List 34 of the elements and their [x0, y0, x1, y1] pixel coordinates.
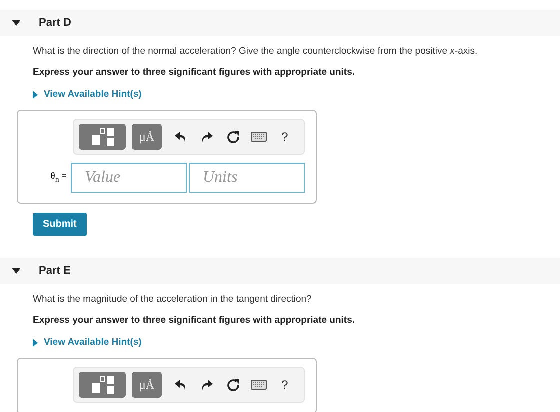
templates-icon [90, 376, 114, 394]
instruction-text: Express your answer to three significant figures with appropriate units. [33, 315, 356, 326]
hint-link[interactable]: View Available Hint(s) [33, 89, 142, 100]
part-header[interactable]: Part D [0, 10, 560, 36]
reset-icon [226, 378, 240, 392]
undo-icon [175, 132, 187, 142]
templates-button[interactable] [79, 372, 126, 398]
templates-button[interactable] [79, 124, 126, 150]
caret-right-icon [33, 90, 38, 98]
templates-icon [90, 128, 114, 146]
redo-icon [201, 132, 213, 142]
submit-button[interactable]: Submit [33, 213, 87, 236]
caret-right-icon [33, 338, 38, 346]
reset-icon [226, 130, 240, 144]
question-text: What is the direction of the normal acceleration? Give the angle counterclockwise from the positive x-axis. [33, 46, 478, 57]
part-title: Part D [39, 17, 72, 29]
keyboard-icon [251, 132, 267, 142]
units-field[interactable]: Units [189, 163, 305, 193]
undo-icon [175, 380, 187, 390]
value-field[interactable]: Value [71, 163, 187, 193]
units-button[interactable]: μÅ [132, 124, 162, 150]
redo-icon [201, 380, 213, 390]
question-text: What is the magnitude of the acceleration in the tangent direction? [33, 294, 312, 305]
instruction-text: Express your answer to three significant figures with appropriate units. [33, 67, 356, 78]
answer-label: θ$_{n}$ = [50, 172, 68, 184]
part-header[interactable]: Part E [0, 258, 560, 284]
units-button[interactable]: μÅ [132, 372, 162, 398]
caret-down-icon[interactable] [12, 268, 21, 274]
part-title: Part E [39, 265, 71, 277]
caret-down-icon[interactable] [12, 20, 21, 26]
hint-link[interactable]: View Available Hint(s) [33, 337, 142, 348]
keyboard-icon [251, 380, 267, 390]
help-button[interactable]: ? [272, 124, 298, 150]
help-button[interactable]: ? [272, 372, 298, 398]
